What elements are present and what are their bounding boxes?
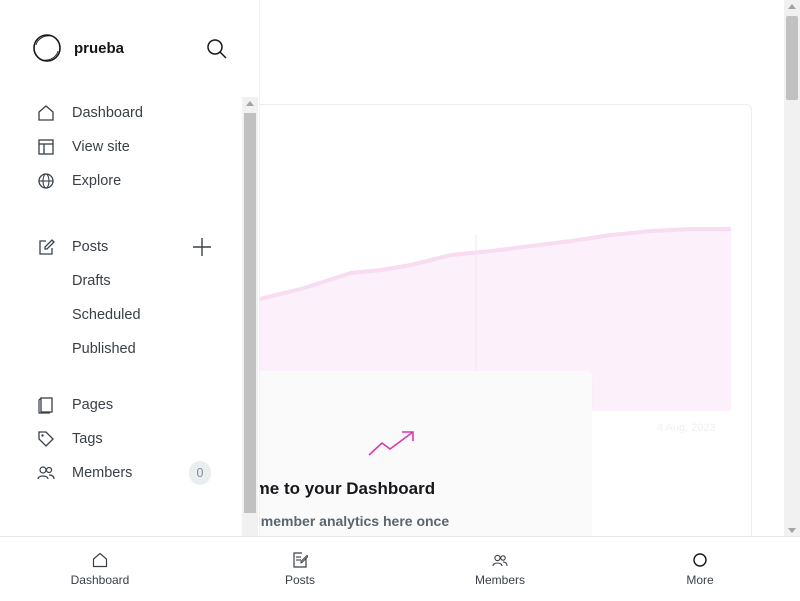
nav-label: Members — [72, 465, 133, 481]
nav-label: Explore — [72, 173, 122, 189]
site-brand[interactable]: prueba — [32, 32, 124, 64]
nav-label: Posts — [72, 239, 109, 255]
nav-posts[interactable]: Posts — [36, 233, 108, 261]
nav-label: Pages — [72, 397, 114, 413]
posts-icon — [291, 551, 309, 569]
bottom-tab-label: Members — [474, 573, 525, 587]
members-count-badge: 0 — [189, 461, 211, 485]
nav-members[interactable]: Members — [36, 459, 132, 487]
nav-scheduled[interactable]: Scheduled — [72, 305, 141, 325]
home-icon — [91, 551, 109, 569]
members-icon — [491, 551, 509, 569]
nav-label: Dashboard — [72, 105, 143, 121]
tag-icon — [36, 429, 56, 449]
bottom-tab-more[interactable]: More — [600, 537, 800, 601]
edit-icon — [36, 237, 56, 257]
chart-date-label: 4 Aug, 2023 — [657, 422, 716, 434]
circle-icon — [691, 551, 709, 569]
trending-up-icon — [368, 429, 416, 462]
home-icon — [36, 103, 56, 123]
page-scrollbar[interactable] — [784, 0, 800, 536]
nav-explore[interactable]: Explore — [36, 167, 121, 195]
nav-label: Tags — [72, 431, 103, 447]
bottom-tab-posts[interactable]: Posts — [200, 537, 400, 601]
site-logo-icon — [33, 34, 61, 62]
bottom-tab-label: More — [686, 573, 714, 587]
nav-dashboard[interactable]: Dashboard — [36, 99, 143, 127]
bottom-tab-label: Dashboard — [70, 573, 130, 587]
search-icon[interactable] — [205, 37, 229, 61]
bottom-navigation: Dashboard Posts Members More — [0, 536, 800, 601]
sidebar: prueba Dashboard View site Explore Posts — [0, 0, 260, 536]
sidebar-scrollbar[interactable] — [242, 97, 258, 536]
members-icon — [36, 463, 56, 483]
bottom-tab-label: Posts — [284, 573, 315, 587]
scroll-up-arrow-icon[interactable] — [246, 101, 254, 106]
nav-view-site[interactable]: View site — [36, 133, 130, 161]
bottom-tab-dashboard[interactable]: Dashboard — [0, 537, 200, 601]
sidebar-scrollbar-thumb[interactable] — [244, 113, 256, 513]
globe-icon — [36, 171, 56, 191]
nav-published[interactable]: Published — [72, 339, 136, 359]
nav-drafts[interactable]: Drafts — [72, 271, 111, 291]
nav-label: View site — [72, 139, 130, 155]
page-icon — [36, 395, 56, 415]
scroll-down-arrow-icon[interactable] — [788, 528, 796, 533]
nav-tags[interactable]: Tags — [36, 425, 103, 453]
layout-icon — [36, 137, 56, 157]
nav-pages[interactable]: Pages — [36, 391, 113, 419]
site-name: prueba — [74, 39, 125, 57]
bottom-tab-members[interactable]: Members — [400, 537, 600, 601]
scrollbar-thumb[interactable] — [786, 16, 798, 100]
new-post-plus-icon[interactable] — [191, 236, 213, 258]
scroll-up-arrow-icon[interactable] — [788, 4, 796, 9]
